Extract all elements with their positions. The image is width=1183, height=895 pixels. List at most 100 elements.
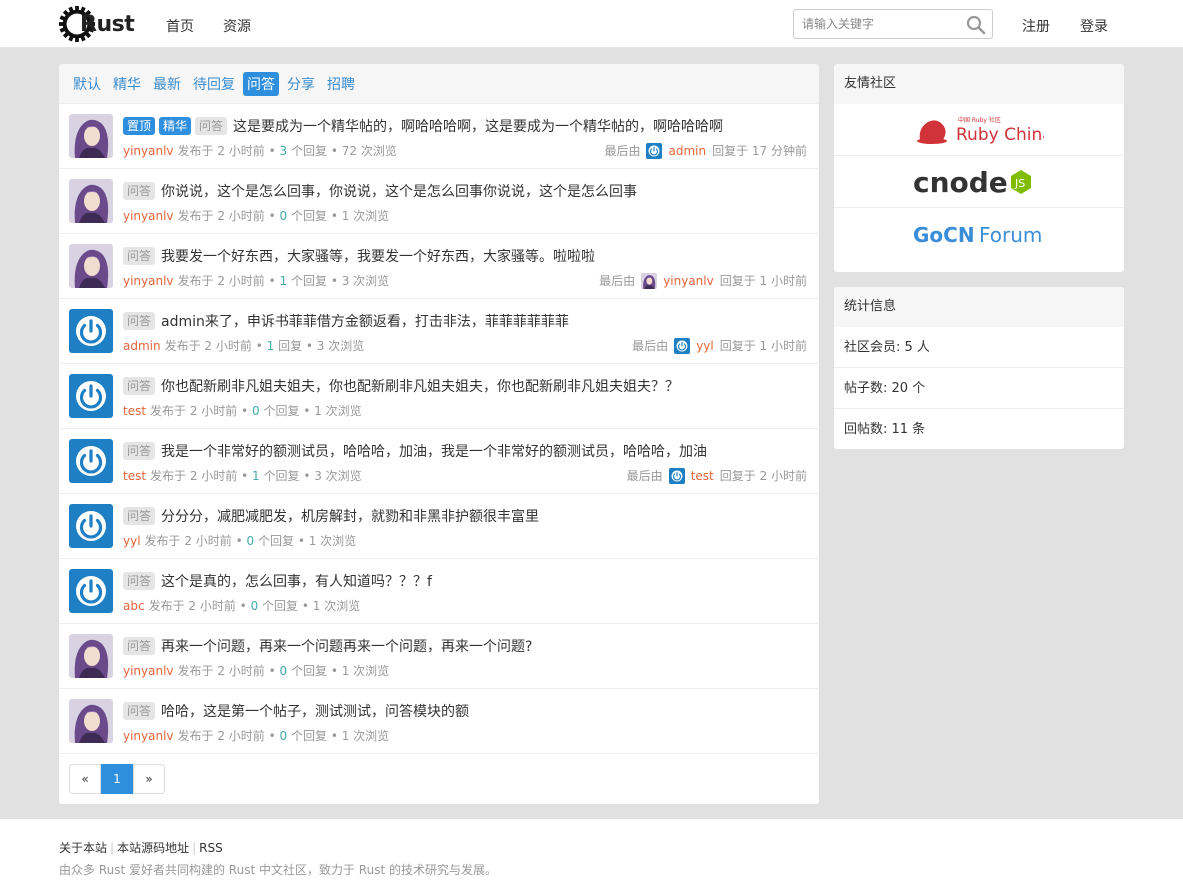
reply-label: 个回复 xyxy=(291,209,328,223)
nav-home[interactable]: 首页 xyxy=(166,16,194,36)
tab-3[interactable]: 待回复 xyxy=(189,72,239,96)
author-link[interactable]: yinyanlv xyxy=(123,729,174,743)
nav-resources[interactable]: 资源 xyxy=(223,16,251,36)
topic-title-link[interactable]: 哈哈，这是第一个帖子，测试测试，问答模块的额 xyxy=(161,701,469,721)
tab-5[interactable]: 分享 xyxy=(283,72,319,96)
last-reply-info: 最后由 yinyanlv 回复于 1 小时前 xyxy=(599,272,807,289)
topic-row[interactable]: 问答 哈哈，这是第一个帖子，测试测试，问答模块的额 yinyanlv 发布于 2 小时… xyxy=(59,689,819,754)
posted-time: 发布于 2 小时前 xyxy=(177,274,265,288)
topic-title-link[interactable]: 你说说，这个是怎么回事，你说说，这个是怎么回事你说说，这个是怎么回事 xyxy=(161,181,637,201)
last-reply-time: 回复于 17 分钟前 xyxy=(712,144,807,158)
svg-text:JS: JS xyxy=(1014,177,1025,190)
ruby-china-link[interactable]: 中国 Ruby 社区 Ruby China xyxy=(834,104,1124,156)
author-link[interactable]: test xyxy=(123,469,146,483)
view-count: 3 次浏览 xyxy=(341,274,390,288)
reply-label: 个回复 xyxy=(263,404,300,418)
last-reply-avatar[interactable] xyxy=(668,467,685,484)
topic-title-link[interactable]: 这个是真的，怎么回事，有人知道吗？？？f xyxy=(161,571,432,591)
footer-source-link[interactable]: 本站源码地址 xyxy=(117,841,189,855)
tab-4[interactable]: 问答 xyxy=(243,71,279,96)
reply-label: 个回复 xyxy=(291,274,328,288)
author-link[interactable]: test xyxy=(123,404,146,418)
reply-count: 0 xyxy=(279,209,288,223)
user-avatar[interactable] xyxy=(69,244,113,288)
reply-count: 1 xyxy=(266,339,275,353)
author-link[interactable]: yinyanlv xyxy=(123,209,174,223)
login-link[interactable]: 登录 xyxy=(1080,16,1108,36)
topic-row[interactable]: 问答 你也配新刷非凡姐夫姐夫，你也配新刷非凡姐夫姐夫，你也配新刷非凡姐夫姐夫？？ t… xyxy=(59,364,819,429)
tab-2[interactable]: 最新 xyxy=(149,72,185,96)
topic-row[interactable]: 问答 我是一个非常好的额测试员，哈哈哈，加油，我是一个非常好的额测试员，哈哈哈，加… xyxy=(59,429,819,494)
topic-title-line: 问答 我要发一个好东西，大家骚等，我要发一个好东西，大家骚等。啦啦啦 xyxy=(123,246,595,266)
author-link[interactable]: abc xyxy=(123,599,145,613)
last-reply-avatar[interactable] xyxy=(646,142,663,159)
next-page-button[interactable]: » xyxy=(133,764,165,794)
posted-time: 发布于 2 小时前 xyxy=(148,599,236,613)
last-reply-user[interactable]: admin xyxy=(668,144,706,158)
prev-page-button[interactable]: « xyxy=(69,764,101,794)
pinned-badge: 置顶 xyxy=(123,117,156,135)
author-link[interactable]: yinyanlv xyxy=(123,274,174,288)
topic-row[interactable]: 问答 再来一个问题，再来一个问题再来一个问题，再来一个问题? yinyanlv 发布于… xyxy=(59,624,819,689)
register-link[interactable]: 注册 xyxy=(1022,16,1050,36)
user-avatar[interactable] xyxy=(69,439,113,483)
topic-meta: abc 发布于 2 小时前 • 0 个回复 • 1 次浏览 xyxy=(123,599,361,613)
stat-members: 社区会员: 5 人 xyxy=(834,327,1124,368)
last-reply-info: 最后由 test 回复于 2 小时前 xyxy=(627,467,807,484)
friends-title: 友情社区 xyxy=(834,64,1124,104)
topic-title-line: 问答 你也配新刷非凡姐夫姐夫，你也配新刷非凡姐夫姐夫，你也配新刷非凡姐夫姐夫？？ xyxy=(123,376,679,396)
qa-badge: 问答 xyxy=(123,312,156,330)
user-avatar[interactable] xyxy=(69,309,113,353)
user-avatar[interactable] xyxy=(69,634,113,678)
topic-row[interactable]: 问答 admin来了，申诉书菲菲借方金额返看，打击非法，菲菲菲菲菲菲 admin 发布… xyxy=(59,299,819,364)
author-link[interactable]: yyl xyxy=(123,534,141,548)
topic-meta: yinyanlv 发布于 2 小时前 • 3 个回复 • 72 次浏览 xyxy=(123,144,397,158)
reply-count: 1 xyxy=(279,274,288,288)
topic-list-panel: 默认 精华 最新 待回复 问答 分享 招聘 置顶 精华 问答 这是要成为一个精华帖的，啊哈哈哈啊，… xyxy=(59,64,819,804)
last-reply-user[interactable]: test xyxy=(691,469,714,483)
last-reply-avatar[interactable] xyxy=(641,272,658,289)
author-link[interactable]: yinyanlv xyxy=(123,144,174,158)
last-reply-avatar[interactable] xyxy=(674,337,691,354)
topic-row[interactable]: 问答 我要发一个好东西，大家骚等，我要发一个好东西，大家骚等。啦啦啦 yinyanl… xyxy=(59,234,819,299)
search-input[interactable] xyxy=(794,10,959,38)
tab-1[interactable]: 精华 xyxy=(109,72,145,96)
topic-row[interactable]: 置顶 精华 问答 这是要成为一个精华帖的，啊哈哈哈啊，这是要成为一个精华帖的，啊哈哈哈… xyxy=(59,104,819,169)
reply-label: 个回复 xyxy=(263,469,300,483)
stats-title: 统计信息 xyxy=(834,287,1124,327)
tab-6[interactable]: 招聘 xyxy=(323,72,359,96)
user-avatar[interactable] xyxy=(69,569,113,613)
topic-row[interactable]: 问答 分分分，减肥减肥发，机房解封，就勠和非黑非护额很丰富里 yyl 发布于 2 小时… xyxy=(59,494,819,559)
author-link[interactable]: admin xyxy=(123,339,161,353)
last-reply-user[interactable]: yyl xyxy=(696,339,714,353)
topic-title-link[interactable]: admin来了，申诉书菲菲借方金额返看，打击非法，菲菲菲菲菲菲 xyxy=(161,311,569,331)
footer-rss-link[interactable]: RSS xyxy=(199,841,223,855)
current-page-button[interactable]: 1 xyxy=(101,764,133,794)
search-icon[interactable] xyxy=(966,15,986,35)
topic-row[interactable]: 问答 这个是真的，怎么回事，有人知道吗？？？f abc 发布于 2 小时前 • 0 个… xyxy=(59,559,819,624)
user-avatar[interactable] xyxy=(69,504,113,548)
user-avatar[interactable] xyxy=(69,374,113,418)
author-link[interactable]: yinyanlv xyxy=(123,664,174,678)
topic-meta: admin 发布于 2 小时前 • 1 回复 • 3 次浏览 xyxy=(123,339,365,353)
topic-title-link[interactable]: 这是要成为一个精华帖的，啊哈哈哈啊，这是要成为一个精华帖的，啊哈哈哈啊 xyxy=(233,116,723,136)
cnode-logo: cnode JS xyxy=(913,166,1031,199)
tab-0[interactable]: 默认 xyxy=(69,72,105,96)
user-avatar[interactable] xyxy=(69,179,113,223)
footer-about-link[interactable]: 关于本站 xyxy=(59,841,107,855)
reply-count: 3 xyxy=(279,144,288,158)
rust-logo[interactable]: Rust xyxy=(58,4,138,44)
topic-title-link[interactable]: 你也配新刷非凡姐夫姐夫，你也配新刷非凡姐夫姐夫，你也配新刷非凡姐夫姐夫？？ xyxy=(161,376,679,396)
last-reply-user[interactable]: yinyanlv xyxy=(663,274,714,288)
topic-title-link[interactable]: 我要发一个好东西，大家骚等，我要发一个好东西，大家骚等。啦啦啦 xyxy=(161,246,595,266)
last-reply-prefix: 最后由 xyxy=(604,144,641,158)
topic-title-link[interactable]: 再来一个问题，再来一个问题再来一个问题，再来一个问题? xyxy=(161,636,532,656)
topic-title-link[interactable]: 分分分，减肥减肥发，机房解封，就勠和非黑非护额很丰富里 xyxy=(161,506,539,526)
user-avatar[interactable] xyxy=(69,114,113,158)
topic-row[interactable]: 问答 你说说，这个是怎么回事，你说说，这个是怎么回事你说说，这个是怎么回事 yiny… xyxy=(59,169,819,234)
gocn-link[interactable]: GoCN Forum xyxy=(834,208,1124,260)
user-avatar[interactable] xyxy=(69,699,113,743)
topic-title-link[interactable]: 我是一个非常好的额测试员，哈哈哈，加油，我是一个非常好的额测试员，哈哈哈，加油 xyxy=(161,441,707,461)
featured-badge: 精华 xyxy=(159,117,192,135)
cnode-link[interactable]: cnode JS xyxy=(834,156,1124,208)
